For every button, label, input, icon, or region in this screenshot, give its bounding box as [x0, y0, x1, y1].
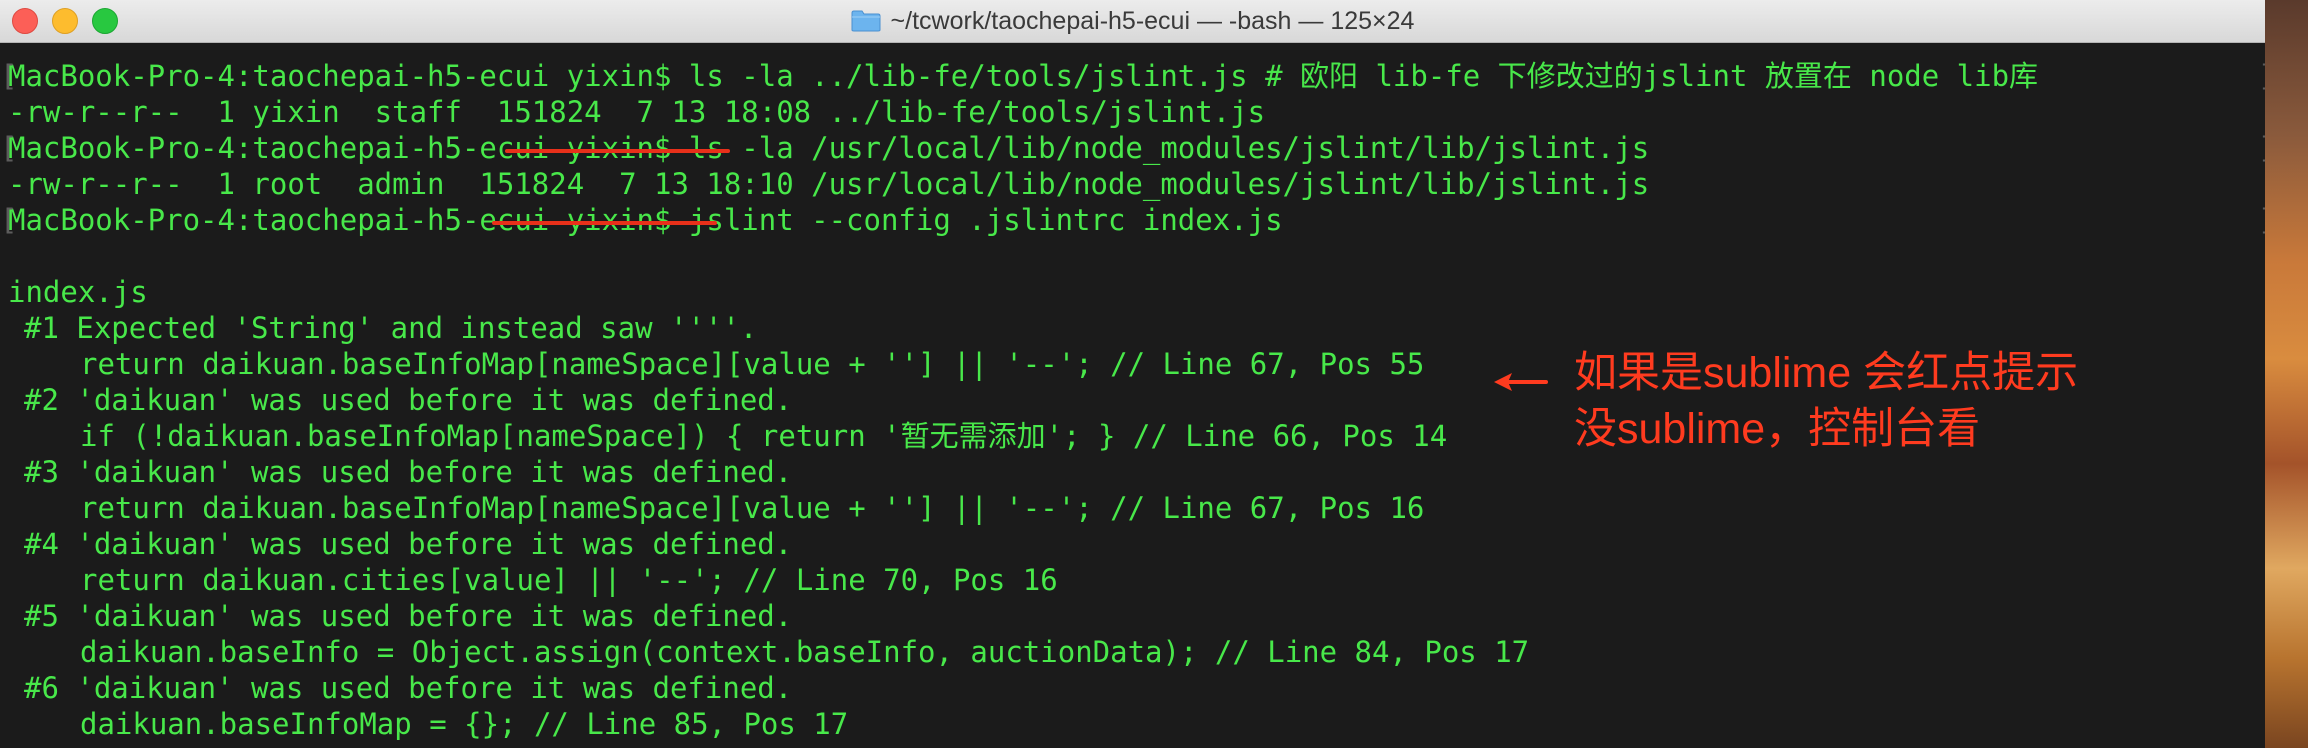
- annotation-line-2: 没sublime，控制台看: [1574, 405, 1981, 453]
- terminal-line-text: if (!daikuan.baseInfoMap[nameSpace]) { r…: [80, 419, 1448, 453]
- terminal-line-text: #3 'daikuan' was used before it was defi…: [24, 455, 793, 489]
- terminal-line-issue: #6 'daikuan' was used before it was defi…: [8, 670, 2265, 706]
- terminal-line-output: index.js: [8, 274, 2265, 310]
- mark-bracket-left: [: [0, 203, 18, 237]
- terminal-line-output: -rw-r--r-- 1 yixin staff 151824 7 13 18:…: [8, 94, 2265, 130]
- terminal-line-text: #2 'daikuan' was used before it was defi…: [24, 383, 793, 417]
- terminal-line-issue: #4 'daikuan' was used before it was defi…: [8, 526, 2265, 562]
- terminal-line-prompt: [] MacBook-Pro-4:taochepai-h5-ecui yixin$…: [0, 58, 2265, 94]
- terminal-line-text: #4 'daikuan' was used before it was defi…: [24, 527, 793, 561]
- desktop-wallpaper: [2265, 0, 2308, 748]
- terminal-line-text: -rw-r--r-- 1 yixin staff 151824 7 13 18:…: [8, 95, 1266, 129]
- mark-bracket-right: ]: [2258, 202, 2265, 238]
- terminal-line-text: index.js: [8, 275, 148, 309]
- terminal-line-prompt: [] MacBook-Pro-4:taochepai-h5-ecui yixin$…: [0, 202, 2265, 238]
- terminal-line-code: return daikuan.baseInfoMap[nameSpace][va…: [8, 490, 2265, 526]
- terminal-line-code: return daikuan.cities[value] || '--'; //…: [8, 562, 2265, 598]
- terminal-window[interactable]: ~/tcwork/taochepai-h5-ecui — -bash — 125…: [0, 0, 2265, 748]
- terminal-line-issue: #3 'daikuan' was used before it was defi…: [8, 454, 2265, 490]
- title-bar[interactable]: ~/tcwork/taochepai-h5-ecui — -bash — 125…: [0, 0, 2265, 43]
- terminal-line-prompt: [] MacBook-Pro-4:taochepai-h5-ecui yixin$…: [0, 130, 2265, 166]
- window-title: ~/tcwork/taochepai-h5-ecui — -bash — 125…: [890, 6, 1415, 35]
- window-title-container: ~/tcwork/taochepai-h5-ecui — -bash — 125…: [0, 0, 2265, 42]
- folder-icon: [851, 10, 881, 32]
- highlight-underline-2: [492, 221, 717, 225]
- terminal-line-text: return daikuan.baseInfoMap[nameSpace][va…: [80, 347, 1425, 381]
- terminal-line-text: -rw-r--r-- 1 root admin 151824 7 13 18:1…: [8, 167, 1650, 201]
- terminal-line-text: return daikuan.cities[value] || '--'; //…: [80, 563, 1058, 597]
- highlight-underline-1: [505, 149, 730, 153]
- terminal-line-code: daikuan.baseInfo = Object.assign(context…: [8, 634, 2265, 670]
- terminal-line-code: daikuan.baseInfoMap = {}; // Line 85, Po…: [8, 706, 2265, 742]
- mark-bracket-right: ]: [2258, 58, 2265, 94]
- terminal-line-output: -rw-r--r-- 1 root admin 151824 7 13 18:1…: [8, 166, 2265, 202]
- annotation-line-1: 如果是sublime 会红点提示: [1574, 349, 2079, 397]
- terminal-line-text: MacBook-Pro-4:taochepai-h5-ecui yixin$ j…: [8, 203, 1283, 237]
- annotation-text: 如果是sublime 会红点提示 没sublime，控制台看: [1574, 345, 2078, 457]
- terminal-line-issue: #5 'daikuan' was used before it was defi…: [8, 598, 2265, 634]
- terminal-line-issue: #1 Expected 'String' and instead saw '''…: [8, 310, 2265, 346]
- arrow-left-icon: [1494, 373, 1548, 391]
- terminal-line-text: MacBook-Pro-4:taochepai-h5-ecui yixin$ l…: [8, 59, 2039, 93]
- terminal-line-text: MacBook-Pro-4:taochepai-h5-ecui yixin$ l…: [8, 131, 1650, 165]
- terminal-line-text: #1 Expected 'String' and instead saw '''…: [24, 311, 758, 345]
- terminal-line-text: #6 'daikuan' was used before it was defi…: [24, 671, 793, 705]
- terminal-line-text: daikuan.baseInfo = Object.assign(context…: [80, 635, 1530, 669]
- terminal-line-text: return daikuan.baseInfoMap[nameSpace][va…: [80, 491, 1425, 525]
- terminal-line-text: #5 'daikuan' was used before it was defi…: [24, 599, 793, 633]
- mark-bracket-left: [: [0, 131, 18, 165]
- mark-bracket-left: [: [0, 59, 18, 93]
- mark-bracket-right: ]: [2258, 130, 2265, 166]
- terminal-line-text: daikuan.baseInfoMap = {}; // Line 85, Po…: [80, 707, 849, 741]
